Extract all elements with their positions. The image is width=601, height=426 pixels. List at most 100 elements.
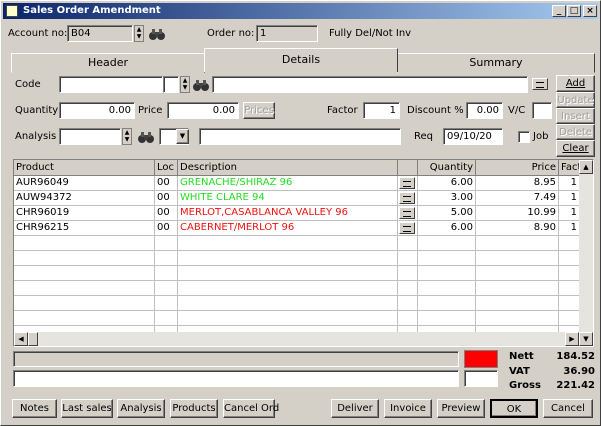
prices-button[interactable]: Prices [243, 102, 275, 119]
cancel-order-button[interactable]: Cancel Ord [223, 399, 279, 418]
binoculars-icon[interactable] [137, 129, 155, 145]
factor-input[interactable]: 1 [363, 102, 400, 119]
binoculars-icon[interactable] [148, 26, 166, 42]
grid-cell-loc[interactable] [155, 311, 178, 326]
grid-cell-quantity[interactable] [418, 311, 476, 326]
grid-cell-product[interactable] [14, 296, 155, 311]
tab-details[interactable]: Details [204, 48, 398, 72]
grid-cell-product[interactable]: CHR96215 [14, 221, 155, 236]
grid-cell-memo[interactable] [398, 296, 418, 311]
products-button[interactable]: Products [170, 399, 218, 418]
grid-cell-quantity[interactable] [418, 266, 476, 281]
binoculars-icon[interactable] [192, 77, 210, 93]
account-spinner[interactable]: ▲ ▼ [134, 25, 144, 42]
analysis-description[interactable] [199, 128, 401, 145]
chevron-down-icon[interactable]: ▼ [176, 129, 189, 144]
grid-cell-quantity[interactable]: 6.00 [418, 221, 476, 236]
grid-cell-quantity[interactable] [418, 251, 476, 266]
scroll-down-icon[interactable]: ▼ [579, 332, 593, 346]
scroll-left-icon[interactable]: ◀ [14, 332, 28, 346]
grid-cell-description[interactable] [178, 281, 398, 296]
tab-summary[interactable]: Summary [397, 53, 595, 73]
grid-cell-price[interactable]: 8.90 [476, 221, 559, 236]
grid-cell-price[interactable] [476, 311, 559, 326]
grid-cell-description[interactable] [178, 296, 398, 311]
grid-cell-description[interactable]: CABERNET/MERLOT 96 [178, 221, 398, 236]
grid-cell-factor[interactable]: 1 [559, 191, 580, 206]
col-product[interactable]: Product [14, 160, 155, 176]
grid-cell-loc[interactable] [155, 236, 178, 251]
grid-cell-memo[interactable] [398, 251, 418, 266]
col-price[interactable]: Price [476, 160, 559, 176]
col-description[interactable]: Description [178, 160, 398, 176]
grid-cell-loc[interactable] [155, 296, 178, 311]
order-lines-grid[interactable]: Product Loc Description Quantity Price F… [13, 159, 594, 347]
grid-cell-factor[interactable] [559, 236, 580, 251]
vc-input[interactable] [532, 102, 552, 119]
tab-header[interactable]: Header [11, 53, 205, 73]
grid-cell-factor[interactable]: 1 [559, 206, 580, 221]
grid-cell-memo[interactable] [398, 176, 418, 191]
grid-cell-description[interactable]: GRENACHE/SHIRAZ 96 [178, 176, 398, 191]
grid-cell-memo[interactable] [398, 266, 418, 281]
grid-cell-product[interactable] [14, 251, 155, 266]
grid-cell-price[interactable] [476, 266, 559, 281]
grid-cell-loc[interactable] [155, 281, 178, 296]
grid-cell-price[interactable]: 8.95 [476, 176, 559, 191]
deliver-button[interactable]: Deliver [331, 399, 379, 418]
scroll-right-icon[interactable]: ▶ [565, 332, 579, 346]
preview-button[interactable]: Preview [437, 399, 485, 418]
grid-cell-price[interactable] [476, 281, 559, 296]
grid-cell-factor[interactable] [559, 296, 580, 311]
grid-cell-quantity[interactable]: 3.00 [418, 191, 476, 206]
grid-cell-product[interactable] [14, 236, 155, 251]
grid-cell-quantity[interactable] [418, 281, 476, 296]
grid-cell-loc[interactable]: 00 [155, 176, 178, 191]
code-input[interactable] [59, 76, 163, 93]
cancel-button[interactable]: Cancel [543, 399, 593, 418]
grid-cell-product[interactable] [14, 311, 155, 326]
analysis-button[interactable]: Analysis [117, 399, 165, 418]
quantity-input[interactable]: 0.00 [59, 102, 135, 119]
grid-cell-factor[interactable] [559, 311, 580, 326]
memo-icon[interactable] [399, 207, 415, 219]
update-button[interactable]: Update [556, 92, 595, 108]
col-quantity[interactable]: Quantity [418, 160, 476, 176]
memo-icon[interactable] [399, 222, 415, 234]
vertical-scrollbar[interactable]: ▲ ▼ [579, 160, 593, 346]
grid-cell-description[interactable]: WHITE CLARE 94 [178, 191, 398, 206]
minimize-icon[interactable]: _ [552, 5, 566, 17]
maximize-icon[interactable]: □ [567, 5, 581, 17]
col-memo[interactable] [398, 160, 418, 176]
grid-cell-memo[interactable] [398, 221, 418, 236]
ok-button[interactable]: OK [490, 399, 538, 418]
grid-cell-product[interactable] [14, 266, 155, 281]
grid-cell-loc[interactable]: 00 [155, 191, 178, 206]
grid-cell-product[interactable]: AUW94372 [14, 191, 155, 206]
grid-cell-loc[interactable]: 00 [155, 221, 178, 236]
grid-cell-description[interactable]: MERLOT,CASABLANCA VALLEY 96 [178, 206, 398, 221]
insert-button[interactable]: Insert [556, 108, 595, 124]
grid-cell-loc[interactable] [155, 266, 178, 281]
grid-cell-product[interactable]: CHR96019 [14, 206, 155, 221]
code-extra[interactable] [163, 76, 179, 93]
description-input[interactable] [212, 76, 528, 93]
grid-cell-memo[interactable] [398, 281, 418, 296]
grid-cell-loc[interactable] [155, 251, 178, 266]
discount-input[interactable]: 0.00 [466, 102, 503, 119]
grid-cell-factor[interactable] [559, 281, 580, 296]
analysis-spinner[interactable]: ▲ ▼ [122, 128, 132, 145]
grid-cell-memo[interactable] [398, 191, 418, 206]
grid-cell-loc[interactable]: 00 [155, 206, 178, 221]
grid-cell-memo[interactable] [398, 206, 418, 221]
grid-cell-factor[interactable]: 1 [559, 221, 580, 236]
grid-cell-description[interactable] [178, 251, 398, 266]
memo-icon[interactable] [532, 78, 548, 90]
grid-cell-price[interactable] [476, 251, 559, 266]
grid-cell-product[interactable]: AUR96049 [14, 176, 155, 191]
scroll-up-icon[interactable]: ▲ [579, 160, 593, 174]
grid-cell-product[interactable] [14, 281, 155, 296]
grid-cell-description[interactable] [178, 266, 398, 281]
scroll-thumb[interactable] [28, 332, 38, 346]
analysis-input[interactable] [59, 128, 121, 145]
